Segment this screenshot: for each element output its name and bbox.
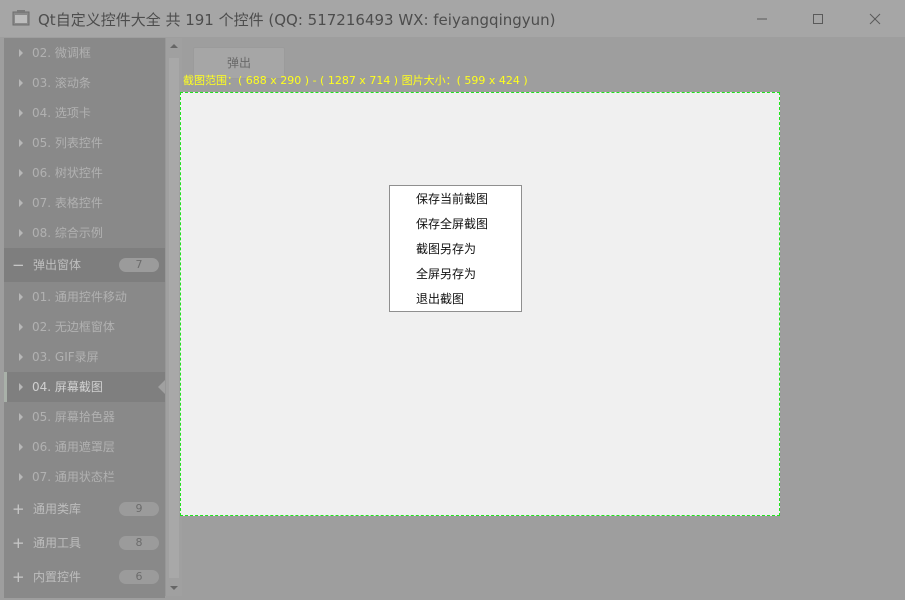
nav-item-label: 05. 列表控件 bbox=[32, 136, 103, 150]
chevron-right-icon bbox=[19, 199, 23, 207]
nav-item-label: 07. 表格控件 bbox=[32, 196, 103, 210]
nav-item[interactable]: 06. 树状控件 bbox=[4, 158, 165, 188]
app-icon bbox=[12, 10, 30, 26]
chevron-right-icon bbox=[19, 413, 23, 421]
sidebar-nav: 02. 微调框 03. 滚动条 04. 选项卡 05. 列表控件 06. 树状控… bbox=[4, 38, 165, 598]
nav-item-label: 05. 屏幕拾色器 bbox=[32, 410, 115, 424]
chevron-right-icon bbox=[19, 49, 23, 57]
nav-item-selected[interactable]: 04. 屏幕截图 bbox=[4, 372, 165, 402]
group-label: 内置控件 bbox=[33, 570, 82, 584]
nav-item[interactable]: 05. 屏幕拾色器 bbox=[4, 402, 165, 432]
nav-item-label: 07. 通用状态栏 bbox=[32, 470, 115, 484]
close-icon bbox=[869, 13, 881, 24]
maximize-button[interactable] bbox=[789, 0, 847, 37]
nav-item[interactable]: 07. 表格控件 bbox=[4, 188, 165, 218]
minimize-icon bbox=[757, 18, 767, 19]
group-header-tools[interactable]: + 通用工具 8 bbox=[4, 526, 165, 560]
nav-item[interactable]: 07. 通用状态栏 bbox=[4, 462, 165, 492]
nav-item[interactable]: 02. 微调框 bbox=[4, 38, 165, 68]
menu-item-save-fullscreen[interactable]: 保存全屏截图 bbox=[390, 212, 521, 237]
minimize-button[interactable] bbox=[733, 0, 791, 37]
nav-item-label: 02. 微调框 bbox=[32, 46, 91, 60]
group-label: 弹出窗体 bbox=[33, 258, 82, 272]
chevron-right-icon bbox=[19, 79, 23, 87]
chevron-right-icon bbox=[19, 443, 23, 451]
expand-icon: + bbox=[12, 500, 25, 518]
group-header-library[interactable]: + 通用类库 9 bbox=[4, 492, 165, 526]
group-label: 通用工具 bbox=[33, 536, 82, 550]
chevron-right-icon bbox=[19, 353, 23, 361]
arrow-up-icon bbox=[170, 44, 178, 48]
arrow-down-icon bbox=[170, 586, 178, 590]
scroll-thumb[interactable] bbox=[169, 58, 179, 578]
count-badge: 9 bbox=[119, 502, 159, 516]
chevron-right-icon bbox=[19, 229, 23, 237]
scroll-up-button[interactable] bbox=[166, 38, 182, 54]
nav-item-label: 08. 综合示例 bbox=[32, 226, 103, 240]
maximize-icon bbox=[813, 13, 823, 24]
close-button[interactable] bbox=[846, 0, 904, 37]
capture-range-label: 截图范围：( 688 x 290 ) - ( 1287 x 714 ) 图片大小… bbox=[183, 74, 528, 87]
chevron-right-icon bbox=[19, 383, 23, 391]
nav-item[interactable]: 05. 列表控件 bbox=[4, 128, 165, 158]
chevron-right-icon bbox=[19, 139, 23, 147]
nav-item-label: 06. 通用遮罩层 bbox=[32, 440, 115, 454]
chevron-right-icon bbox=[19, 473, 23, 481]
group-label: 通用类库 bbox=[33, 502, 82, 516]
collapse-icon: − bbox=[12, 256, 25, 274]
menu-item-exit-capture[interactable]: 退出截图 bbox=[390, 287, 521, 312]
nav-item[interactable]: 04. 选项卡 bbox=[4, 98, 165, 128]
expand-icon: + bbox=[12, 534, 25, 552]
nav-item-label: 06. 树状控件 bbox=[32, 166, 103, 180]
nav-item[interactable]: 01. 通用控件移动 bbox=[4, 282, 165, 312]
count-badge: 7 bbox=[119, 258, 159, 272]
menu-item-save-fullscreen-as[interactable]: 全屏另存为 bbox=[390, 262, 521, 287]
group-header-popup[interactable]: − 弹出窗体 7 bbox=[4, 248, 165, 282]
menu-item-save-capture-as[interactable]: 截图另存为 bbox=[390, 237, 521, 262]
chevron-right-icon bbox=[19, 323, 23, 331]
nav-item-label: 04. 屏幕截图 bbox=[32, 380, 103, 394]
nav-item[interactable]: 08. 综合示例 bbox=[4, 218, 165, 248]
count-badge: 6 bbox=[119, 570, 159, 584]
context-menu: 保存当前截图 保存全屏截图 截图另存为 全屏另存为 退出截图 bbox=[389, 185, 522, 312]
nav-item[interactable]: 03. GIF录屏 bbox=[4, 342, 165, 372]
window-title: Qt自定义控件大全 共 191 个控件 (QQ: 517216493 WX: f… bbox=[38, 11, 556, 29]
menu-item-save-current[interactable]: 保存当前截图 bbox=[390, 187, 521, 212]
expand-icon: + bbox=[12, 568, 25, 586]
count-badge: 8 bbox=[119, 536, 159, 550]
nav-item-label: 01. 通用控件移动 bbox=[32, 290, 127, 304]
nav-item-label: 03. 滚动条 bbox=[32, 76, 91, 90]
nav-item-label: 04. 选项卡 bbox=[32, 106, 91, 120]
nav-item-label: 02. 无边框窗体 bbox=[32, 320, 115, 334]
nav-item-label: 03. GIF录屏 bbox=[32, 350, 99, 364]
nav-item[interactable]: 06. 通用遮罩层 bbox=[4, 432, 165, 462]
scroll-down-button[interactable] bbox=[166, 580, 182, 596]
nav-item[interactable]: 03. 滚动条 bbox=[4, 68, 165, 98]
nav-item[interactable]: 02. 无边框窗体 bbox=[4, 312, 165, 342]
title-bar: Qt自定义控件大全 共 191 个控件 (QQ: 517216493 WX: f… bbox=[0, 0, 905, 37]
group-header-builtin[interactable]: + 内置控件 6 bbox=[4, 560, 165, 594]
chevron-right-icon bbox=[19, 109, 23, 117]
chevron-right-icon bbox=[19, 169, 23, 177]
chevron-right-icon bbox=[19, 293, 23, 301]
